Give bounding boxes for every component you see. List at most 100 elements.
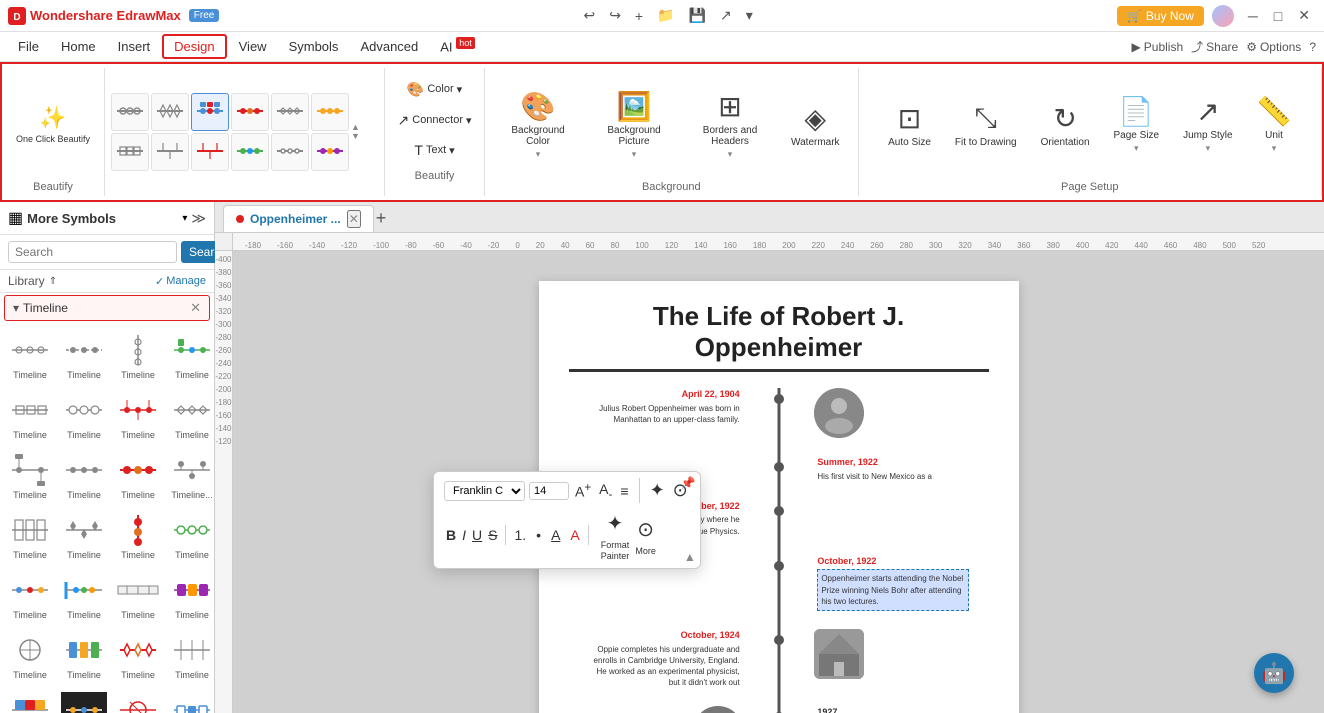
italic-button[interactable]: I [460, 525, 468, 545]
ordered-list-button[interactable]: 1. [512, 525, 528, 545]
list-item[interactable]: Timeline [4, 567, 56, 625]
list-item[interactable]: Timeline [4, 447, 56, 505]
fit-to-drawing-button[interactable]: ⤡ Fit to Drawing [945, 96, 1027, 154]
borders-headers-button[interactable]: ⊞ Borders and Headers ▾ [685, 84, 775, 166]
search-input[interactable] [8, 241, 177, 263]
one-click-beautify-button[interactable]: ✨ One Click Beautify [10, 101, 96, 149]
list-item[interactable]: Timeline [4, 507, 56, 565]
tab-close-button[interactable]: ✕ [347, 210, 361, 228]
options-button[interactable]: ⚙ Options [1246, 40, 1301, 54]
background-picture-button[interactable]: 🖼️ Background Picture ▾ [589, 84, 679, 166]
list-item[interactable]: Timeline [112, 447, 164, 505]
list-item[interactable]: Timeline [112, 687, 164, 713]
style-8[interactable] [151, 133, 189, 171]
list-item[interactable]: Timeline [4, 687, 56, 713]
avatar[interactable] [1212, 5, 1234, 27]
list-item[interactable]: Timeline [4, 627, 56, 685]
menu-insert[interactable]: Insert [108, 36, 161, 57]
collapse-down-button[interactable]: ▼ [351, 132, 360, 141]
auto-size-button[interactable]: ⊡ Auto Size [878, 96, 941, 154]
underline-button[interactable]: U [470, 525, 484, 545]
list-item[interactable]: Timeline [4, 387, 56, 445]
list-item[interactable]: Timeline [58, 447, 110, 505]
watermark-button[interactable]: ◈ Watermark [781, 96, 850, 154]
orientation-button[interactable]: ↻ Orientation [1031, 96, 1100, 154]
list-item[interactable]: Timeline [4, 327, 56, 385]
underline-a-button[interactable]: A [549, 525, 562, 545]
page-size-button[interactable]: 📄 Page Size ▾ [1104, 89, 1170, 160]
style-12[interactable] [311, 133, 349, 171]
style-4[interactable] [231, 93, 269, 131]
style-5[interactable] [271, 93, 309, 131]
style-1[interactable] [111, 93, 149, 131]
list-item[interactable]: Timeline [166, 567, 214, 625]
unit-button[interactable]: 📏 Unit ▾ [1247, 89, 1302, 160]
menu-symbols[interactable]: Symbols [279, 36, 349, 57]
list-item[interactable]: Timeline [58, 567, 110, 625]
manage-button[interactable]: ✓ Manage [155, 275, 206, 288]
list-item[interactable]: Timeline [112, 567, 164, 625]
list-item[interactable]: Timeline [112, 327, 164, 385]
maximize-button[interactable]: □ [1268, 5, 1288, 26]
fab-button[interactable]: 🤖 [1254, 653, 1294, 693]
help-button[interactable]: ? [1309, 40, 1316, 54]
export-button[interactable]: ↗ [716, 5, 736, 26]
buy-now-button[interactable]: 🛒 Buy Now [1117, 6, 1204, 26]
bold-button[interactable]: B [444, 525, 458, 545]
text-button[interactable]: T Text ▾ [410, 140, 458, 160]
connector-button[interactable]: ↗ Connector ▾ [394, 110, 476, 131]
more-dropdown-button[interactable]: ▾ [742, 5, 757, 26]
list-item[interactable]: Timeline [58, 387, 110, 445]
menu-view[interactable]: View [229, 36, 277, 57]
share-button[interactable]: ⤴ Share [1191, 38, 1238, 55]
save-button[interactable]: 💾 [685, 5, 710, 26]
list-item[interactable]: Timeline [58, 507, 110, 565]
add-tab-button[interactable]: + [376, 208, 387, 229]
list-item[interactable]: Timeline [166, 327, 214, 385]
list-item[interactable]: Timeline... [166, 447, 214, 505]
list-item[interactable]: Timeline [112, 387, 164, 445]
list-item[interactable]: Timeline [112, 507, 164, 565]
close-button[interactable]: ✕ [1292, 5, 1316, 26]
list-item[interactable]: Timeline [166, 687, 214, 713]
more-button[interactable]: ⊙ [635, 515, 656, 544]
color-a-button[interactable]: A [568, 525, 581, 545]
style-6[interactable] [311, 93, 349, 131]
collapse-icon[interactable]: ▲ [684, 550, 696, 564]
publish-button[interactable]: ▶ Publish [1132, 40, 1184, 54]
tab-oppenheimer[interactable]: Oppenheimer ... ✕ [223, 205, 374, 232]
menu-home[interactable]: Home [51, 36, 106, 57]
font-grow-button[interactable]: A+ [573, 479, 593, 502]
jump-style-button[interactable]: ↗ Jump Style ▾ [1173, 89, 1242, 160]
list-item[interactable]: Timeline [112, 627, 164, 685]
redo-button[interactable]: ↪ [605, 5, 625, 26]
menu-ai[interactable]: AI hot [430, 35, 484, 57]
style-3[interactable] [191, 93, 229, 131]
menu-design[interactable]: Design [162, 34, 226, 59]
style-11[interactable] [271, 133, 309, 171]
style-2[interactable] [151, 93, 189, 131]
list-item[interactable]: Timeline [166, 507, 214, 565]
panel-collapse-button[interactable]: ≫ [191, 210, 206, 227]
menu-advanced[interactable]: Advanced [350, 36, 428, 57]
menu-file[interactable]: File [8, 36, 49, 57]
text-align-button[interactable]: ≡ [618, 481, 630, 501]
font-size-input[interactable] [529, 482, 569, 500]
undo-button[interactable]: ↩ [579, 5, 599, 26]
list-item[interactable]: Timeline [58, 327, 110, 385]
format-painter-action-button[interactable]: ✦ [605, 509, 626, 538]
list-item[interactable]: Timeline [166, 627, 214, 685]
color-button[interactable]: 🎨 Color ▾ [403, 79, 466, 100]
font-shrink-button[interactable]: A- [597, 479, 614, 503]
new-button[interactable]: + [631, 6, 647, 26]
timeline-close-button[interactable]: ✕ [190, 300, 201, 316]
minimize-button[interactable]: ─ [1242, 5, 1264, 26]
background-color-button[interactable]: 🎨 Background Color ▾ [493, 84, 583, 166]
list-item[interactable]: Timeline [58, 627, 110, 685]
font-select[interactable]: Franklin C [444, 481, 525, 501]
style-7[interactable] [111, 133, 149, 171]
style-10[interactable] [231, 133, 269, 171]
list-item[interactable]: Timeline [58, 687, 110, 713]
list-item[interactable]: Timeline [166, 387, 214, 445]
format-painter-button[interactable]: ✦ [648, 478, 667, 503]
